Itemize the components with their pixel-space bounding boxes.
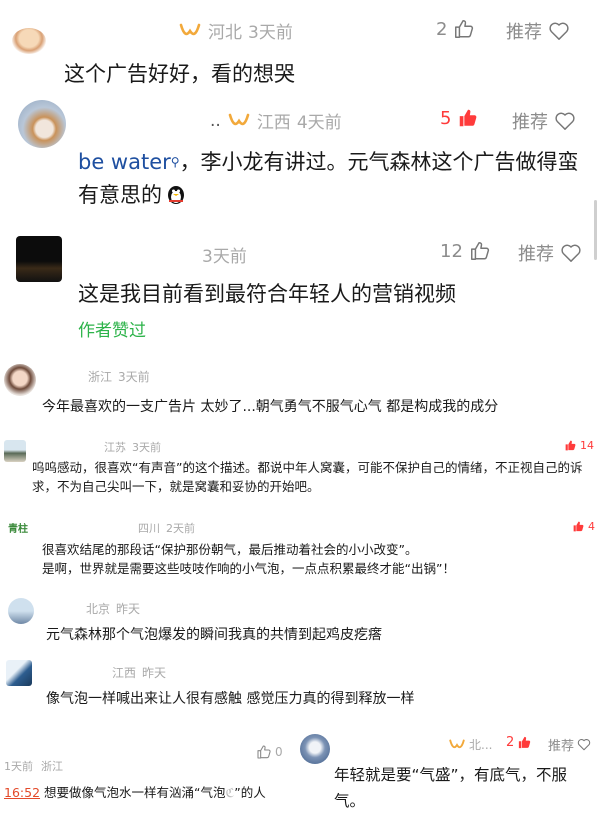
region-label: 北... [469, 738, 493, 752]
like-button[interactable]: 12 [440, 240, 491, 262]
heart-icon [548, 21, 570, 41]
comment-text: 这个广告好好，看的想哭 [64, 62, 295, 86]
recommend-label: 推荐 [518, 244, 554, 265]
time-label: 3天前 [132, 441, 161, 454]
thumbs-up-filled-icon [457, 107, 479, 129]
comment-body: 很喜欢结尾的那段话“保护那份朝气，最后推动着社会的小小改变”。 是啊，世界就是需… [42, 540, 455, 578]
avatar[interactable] [18, 100, 66, 148]
like-button[interactable]: 2 [436, 18, 475, 40]
comment-text: 是啊，世界就是需要这些吱吱作响的小气泡，一点点积累最终才能“出锅”！ [42, 561, 455, 576]
region-label: 浙江 [41, 760, 63, 773]
mention-link[interactable]: be water [78, 150, 171, 174]
thumbs-up-filled-icon [564, 439, 577, 452]
like-button[interactable]: 2 [506, 735, 532, 750]
comment-text: 元气森林那个气泡爆发的瞬间我真的共情到起鸡皮疙瘩 [46, 627, 382, 643]
recommend-button[interactable]: 推荐 [512, 108, 576, 134]
time-label: 昨天 [142, 666, 167, 680]
avatar[interactable] [16, 236, 62, 282]
comment-text: 呜呜感动，很喜欢“有声音”的这个描述。都说中年人窝囊，可能不保护自己的情绪，不正… [32, 460, 583, 494]
comment-meta: 江西 昨天 [112, 664, 166, 681]
region-label: 河北 [208, 23, 242, 43]
w-badge-icon [448, 738, 466, 752]
heart-icon [560, 243, 582, 263]
username-prefix: .. [210, 110, 221, 131]
comment-text: 像气泡一样喊出来让人很有感触 感觉压力真的得到释放一样 [46, 691, 415, 707]
region-label: 浙江 [88, 370, 113, 384]
avatar[interactable] [4, 440, 26, 462]
thumbs-up-filled-icon [517, 735, 532, 750]
region-label: 江西 [256, 113, 291, 133]
recommend-label: 推荐 [512, 112, 548, 133]
like-count: 2 [436, 18, 448, 40]
like-count: 12 [440, 240, 463, 262]
avatar[interactable]: 青柱 [8, 520, 34, 540]
comment-meta: 江苏 3天前 [104, 439, 161, 455]
comment-text: 这是我目前看到最符合年轻人的营销视频 [78, 282, 456, 306]
region-label: 江西 [112, 666, 137, 680]
w-badge-icon [178, 22, 202, 40]
like-count: 5 [440, 107, 452, 129]
comment-meta: 河北 3天前 [178, 18, 293, 43]
comment-meta: 北... [448, 736, 492, 753]
qq-penguin-icon [166, 182, 186, 215]
like-count: 4 [588, 520, 595, 533]
time-label: 昨天 [116, 602, 141, 616]
region-label: 江苏 [104, 441, 126, 454]
comment-text: 很喜欢结尾的那段话“保护那份朝气，最后推动着社会的小小改变”。 [42, 542, 418, 557]
search-icon[interactable]: ⚲ [171, 155, 180, 169]
comment-meta: 北京 昨天 [86, 600, 140, 617]
like-button[interactable]: 0 [256, 744, 283, 760]
like-count: 2 [506, 735, 515, 750]
time-label: 3天前 [248, 23, 293, 43]
avatar[interactable] [300, 734, 330, 764]
comment-text: 年轻就是要“气盛”，有底气，不服气。 [334, 766, 568, 810]
avatar[interactable] [4, 364, 36, 396]
heart-icon [577, 738, 591, 751]
recommend-button[interactable]: 推荐 [518, 240, 582, 266]
comment-body: 16:52 想要做像气泡水一样有汹涌“气泡ℭ”的人 [4, 782, 266, 801]
recommend-button[interactable]: 推荐 [548, 735, 591, 754]
comment-meta: .. 江西 4天前 [210, 108, 342, 134]
timestamp-link[interactable]: 16:52 [4, 785, 40, 800]
recommend-label: 推荐 [506, 22, 542, 43]
like-count: 14 [580, 439, 594, 452]
region-label: 北京 [86, 602, 111, 616]
recommend-button[interactable]: 推荐 [506, 18, 570, 44]
time-label: 1天前 [4, 760, 33, 773]
region-label: 四川 [138, 522, 160, 535]
thumbs-up-icon [453, 18, 475, 40]
comment-text: 今年最喜欢的一支广告片 太妙了...朝气勇气不服气心气 都是构成我的成分 [42, 399, 499, 415]
avatar[interactable] [6, 660, 32, 686]
heart-icon [554, 111, 576, 131]
w-badge-icon [227, 112, 251, 130]
thumbs-up-filled-icon [572, 520, 585, 533]
like-button[interactable]: 5 [440, 107, 479, 129]
thumbs-up-icon [469, 240, 491, 262]
time-label: 3天前 [118, 370, 150, 384]
like-count: 0 [275, 745, 283, 759]
recommend-label: 推荐 [548, 739, 575, 754]
like-button[interactable]: 4 [572, 520, 595, 533]
comment-text: 想要做像气泡水一样有汹涌“气泡 [44, 785, 226, 800]
time-label: 2天前 [166, 522, 195, 535]
author-liked-badge: 作者赞过 [78, 321, 146, 341]
comment-meta: 1天前 浙江 [4, 758, 63, 774]
comment-text-tail: ”的人 [234, 785, 266, 800]
thumbs-up-icon [256, 744, 272, 760]
sticker-icon: ℭ [225, 785, 235, 800]
comment-body: be water⚲，李小龙有讲过。元气森林这个广告做得蛮有意思的 [78, 146, 588, 215]
avatar[interactable] [8, 598, 34, 624]
time-label: 3天前 [202, 247, 247, 267]
comment-meta: 四川 2天前 [138, 520, 195, 536]
avatar[interactable] [12, 28, 46, 54]
time-label: 4天前 [296, 113, 342, 133]
scrollbar[interactable] [594, 200, 597, 260]
comment-meta: 浙江 3天前 [88, 368, 150, 385]
like-button[interactable]: 14 [564, 439, 594, 452]
